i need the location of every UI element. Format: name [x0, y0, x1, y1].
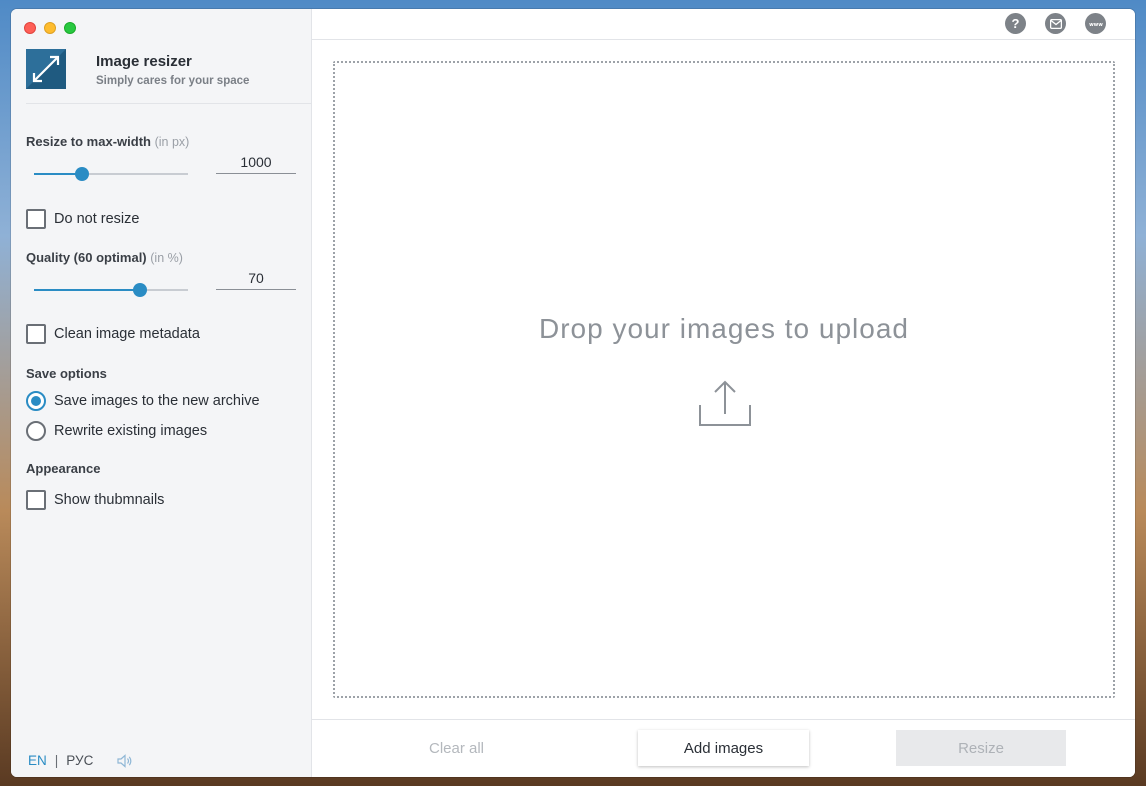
app-window: Image resizer Simply cares for your spac… [11, 9, 1135, 777]
language-separator: | [54, 753, 59, 768]
svg-text:www: www [1089, 22, 1103, 27]
drop-zone[interactable]: Drop your images to upload [333, 61, 1115, 698]
language-switcher: EN | РУС [28, 753, 133, 768]
settings-sidebar: Image resizer Simply cares for your spac… [11, 9, 312, 777]
app-header: Image resizer Simply cares for your spac… [26, 49, 312, 104]
resize-width-slider[interactable] [34, 166, 188, 182]
save-options-heading: Save options [26, 366, 107, 381]
action-footer: Clear all Add images Resize [312, 719, 1135, 777]
sound-icon[interactable] [117, 753, 133, 768]
app-title: Image resizer [96, 53, 192, 70]
quality-input[interactable] [216, 266, 296, 290]
resize-width-unit-hint: (in px) [154, 135, 190, 149]
www-icon[interactable]: www [1085, 13, 1106, 34]
upload-icon [697, 379, 753, 429]
add-images-button[interactable]: Add images [638, 730, 809, 766]
save-option-new-archive[interactable]: Save images to the new archive [26, 391, 260, 411]
clean-metadata-label: Clean image metadata [54, 326, 200, 342]
close-window-button[interactable] [24, 22, 36, 34]
resize-button[interactable]: Resize [896, 730, 1066, 766]
app-logo-icon [26, 49, 66, 89]
quality-slider[interactable] [34, 282, 188, 298]
rewrite-existing-radio[interactable] [26, 421, 46, 441]
save-option-rewrite[interactable]: Rewrite existing images [26, 421, 207, 441]
do-not-resize-label: Do not resize [54, 211, 140, 227]
app-subtitle: Simply cares for your space [96, 75, 250, 87]
appearance-heading: Appearance [26, 461, 101, 476]
slider-fill [34, 289, 141, 291]
rewrite-existing-label: Rewrite existing images [54, 423, 208, 439]
show-thumbnails-option[interactable]: Show thubmnails [26, 490, 164, 510]
help-icon[interactable]: ? [1005, 13, 1026, 34]
slider-thumb[interactable] [133, 283, 148, 297]
quality-label-text: Quality (60 optimal) [26, 250, 147, 265]
clear-all-button[interactable]: Clear all [429, 740, 484, 757]
show-thumbnails-label: Show thubmnails [54, 492, 165, 508]
window-controls [24, 22, 76, 34]
resize-width-label-text: Resize to max-width [26, 134, 151, 149]
language-en-link[interactable]: EN [28, 753, 47, 768]
clean-metadata-option[interactable]: Clean image metadata [26, 324, 200, 344]
quality-unit-hint: (in %) [150, 251, 183, 265]
quality-label: Quality (60 optimal) (in %) [26, 250, 183, 265]
do-not-resize-checkbox[interactable] [26, 209, 46, 229]
save-new-archive-radio[interactable] [26, 391, 46, 411]
maximize-window-button[interactable] [64, 22, 76, 34]
language-ru-link[interactable]: РУС [66, 753, 93, 768]
slider-thumb[interactable] [74, 167, 89, 181]
drop-zone-text: Drop your images to upload [539, 313, 909, 344]
do-not-resize-option[interactable]: Do not resize [26, 209, 139, 229]
minimize-window-button[interactable] [44, 22, 56, 34]
top-toolbar: ? www [312, 9, 1135, 40]
resize-width-input[interactable] [216, 150, 296, 174]
mail-icon[interactable] [1045, 13, 1066, 34]
save-new-archive-label: Save images to the new archive [54, 393, 260, 409]
clean-metadata-checkbox[interactable] [26, 324, 46, 344]
show-thumbnails-checkbox[interactable] [26, 490, 46, 510]
resize-width-label: Resize to max-width (in px) [26, 134, 189, 149]
